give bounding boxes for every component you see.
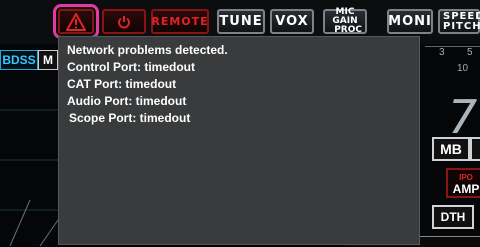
mb-adjacent-button[interactable]	[470, 137, 480, 161]
proc-label: PROC	[334, 25, 362, 35]
bdss-button[interactable]: BDSS	[0, 50, 38, 70]
mic-gain-label: MIC GAIN	[332, 7, 358, 26]
scale-label-10: 10	[457, 63, 469, 74]
mb-button[interactable]: MB	[432, 137, 470, 161]
control-port-status: Control Port: timedout	[67, 60, 195, 74]
ipo-amp-button[interactable]: IPO AMP	[446, 168, 480, 198]
power-icon	[118, 15, 130, 28]
speed-label: SPEED	[443, 10, 480, 22]
scale-label-5: 5	[467, 47, 473, 58]
m-button[interactable]: M	[38, 50, 58, 70]
warning-icon	[66, 12, 86, 31]
mic-gain-proc-button[interactable]: MIC GAIN PROC	[323, 7, 367, 35]
dth-button[interactable]: DTH	[432, 205, 474, 229]
network-problem-tooltip: Network problems detected. Control Port:…	[58, 36, 420, 245]
scale-label-3: 3	[439, 47, 445, 58]
moni-button[interactable]: MONI	[387, 9, 433, 34]
vox-button[interactable]: VOX	[270, 9, 314, 34]
pitch-label: PITCH	[443, 20, 480, 32]
network-warning-button[interactable]	[53, 4, 99, 39]
tune-button[interactable]: TUNE	[217, 9, 265, 34]
scope-port-status: Scope Port: timedout	[69, 111, 191, 125]
remote-button[interactable]: REMOTE	[151, 9, 209, 34]
amp-label: AMP	[452, 182, 480, 196]
speed-pitch-button[interactable]: SPEED PITCH	[438, 9, 480, 34]
audio-port-status: Audio Port: timedout	[67, 94, 187, 108]
scope-grid	[0, 109, 60, 246]
tooltip-title: Network problems detected.	[67, 43, 228, 57]
cat-port-status: CAT Port: timedout	[67, 77, 177, 91]
frequency-digit: 7	[448, 90, 478, 144]
ipo-label: IPO	[459, 173, 473, 182]
power-button[interactable]	[102, 9, 146, 34]
s-meter-scale: 3 5 10	[425, 46, 480, 77]
